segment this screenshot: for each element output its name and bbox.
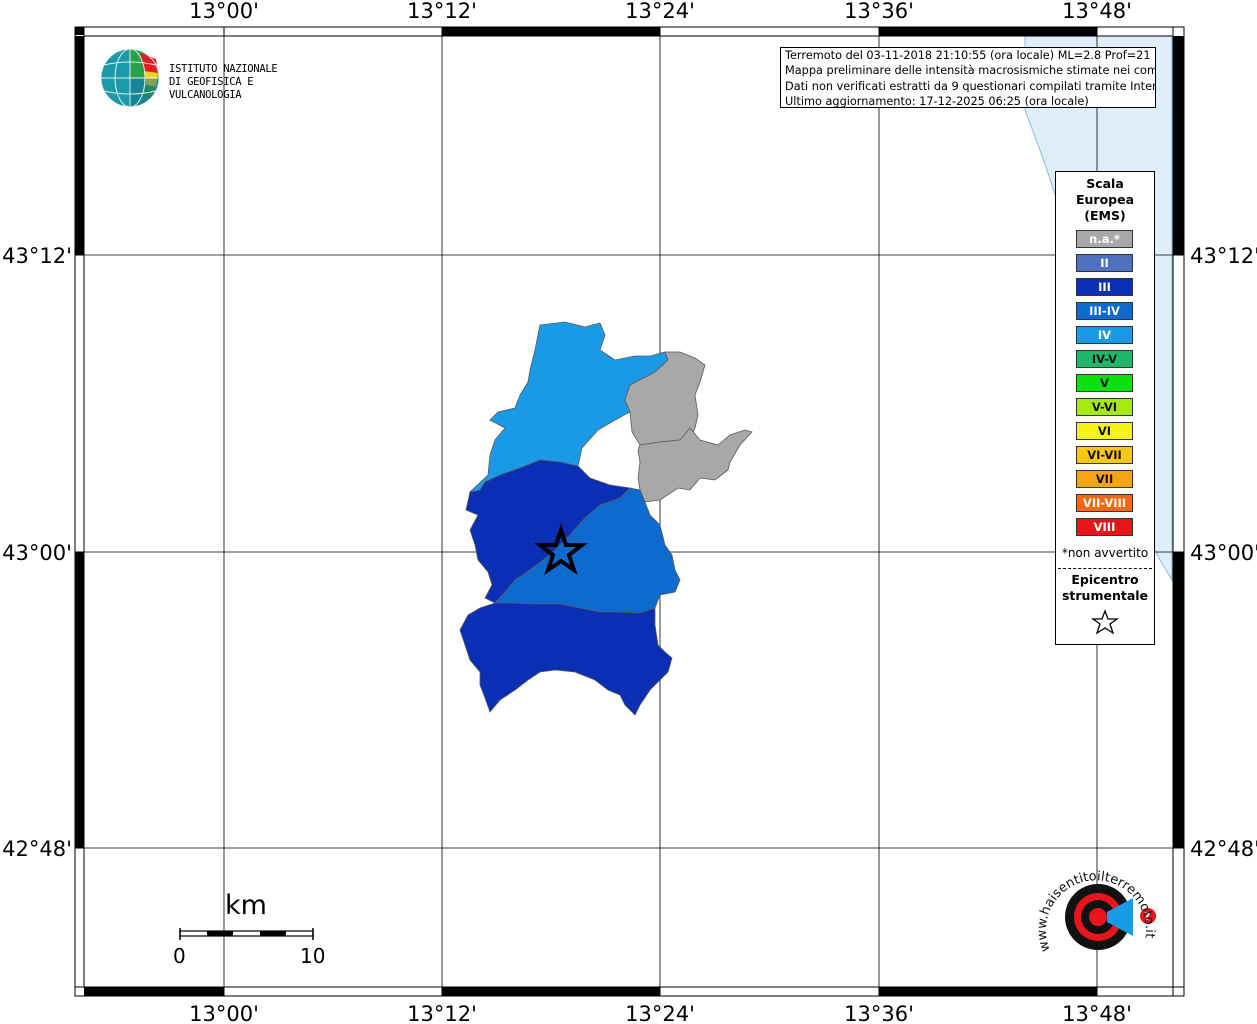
ingv-name-line2: DI GEOFISICA E VULCANOLOGIA: [169, 76, 254, 101]
axis-bottom: 13°00' 13°12' 13°24' 13°36' 13°48': [189, 1002, 1132, 1024]
axis-right: 43°12' 43°00' 42°48': [1190, 244, 1257, 861]
legend-item: n.a.*: [1076, 230, 1133, 248]
event-info-line2: Mappa preliminare delle intensità macros…: [785, 64, 1156, 78]
scalebar: km 0 10: [170, 890, 330, 970]
event-info-line1: Terremoto del 03-11-2018 21:10:55 (ora l…: [785, 49, 1156, 62]
ems-legend: Scala Europea (EMS) n.a.* II III III-IV IV IV…: [1055, 171, 1155, 645]
haisentito-logo-icon: ? www.haisentitoilterremoto.it: [1035, 869, 1157, 953]
axis-bottom-label: 13°36': [844, 1002, 914, 1024]
scalebar-max: 10: [300, 944, 326, 968]
legend-title: Scala Europea (EMS): [1056, 176, 1154, 224]
legend-item: III: [1076, 278, 1133, 296]
legend-item: VII-VIII: [1076, 494, 1133, 512]
ingv-name-line1: ISTITUTO NAZIONALE: [169, 63, 278, 75]
legend-title-line1: Scala: [1086, 176, 1124, 191]
axis-right-label: 43°12': [1190, 244, 1257, 268]
axis-left-label: 43°00': [2, 541, 72, 565]
legend-epicenter-line2: strumentale: [1061, 588, 1149, 603]
legend-item: VIII: [1076, 518, 1133, 536]
region-south-iii: [459, 602, 673, 716]
ingv-logo: ISTITUTO NAZIONALE DI GEOFISICA E VULCAN…: [100, 47, 320, 109]
axis-left: 43°12' 43°00' 42°48': [2, 244, 72, 861]
axis-top-label: 13°48': [1062, 0, 1132, 23]
axis-bottom-label: 13°48': [1062, 1002, 1132, 1024]
legend-item: VI-VII: [1076, 446, 1133, 464]
axis-bottom-label: 13°12': [407, 1002, 477, 1024]
legend-item: IV: [1076, 326, 1133, 344]
globe-icon: [100, 48, 160, 108]
legend-epicenter-label: Epicentro strumentale: [1056, 572, 1154, 604]
axis-right-label: 43°00': [1190, 541, 1257, 565]
scalebar-min: 0: [173, 944, 186, 968]
event-info-box: Terremoto del 03-11-2018 21:10:55 (ora l…: [780, 47, 1156, 108]
scalebar-unit: km: [225, 890, 267, 921]
legend-item: III-IV: [1076, 302, 1133, 320]
axis-top: 13°00' 13°12' 13°24' 13°36' 13°48': [189, 0, 1132, 23]
municipalities: [459, 321, 753, 716]
axis-bottom-label: 13°24': [625, 1002, 695, 1024]
legend-separator: [1058, 568, 1152, 569]
legend-item: VII: [1076, 470, 1133, 488]
legend-item: IV-V: [1076, 350, 1133, 368]
legend-item: VI: [1076, 422, 1133, 440]
event-info-line4: Ultimo aggiornamento: 17-12-2025 06:25 (…: [785, 94, 1089, 108]
legend-item: V-VI: [1076, 398, 1133, 416]
event-info-line3: Dati non verificati estratti da 9 questi…: [785, 79, 1156, 93]
star-icon: [1091, 609, 1119, 635]
axis-left-label: 42°48': [2, 837, 72, 861]
legend-epicenter-line1: Epicentro: [1071, 572, 1139, 587]
legend-note: *non avvertito: [1061, 546, 1149, 560]
legend-title-line3: (EMS): [1084, 208, 1126, 223]
axis-top-label: 13°24': [625, 0, 695, 23]
axis-right-label: 42°48': [1190, 837, 1257, 861]
axis-top-label: 13°12': [407, 0, 477, 23]
legend-item: II: [1076, 254, 1133, 272]
legend-title-line2: Europea: [1075, 192, 1135, 207]
axis-top-label: 13°36': [844, 0, 914, 23]
axis-top-label: 13°00': [189, 0, 259, 23]
legend-item: V: [1076, 374, 1133, 392]
haisentito-badge: ? www.haisentitoilterremoto.it: [1035, 860, 1165, 970]
axis-bottom-label: 13°00': [189, 1002, 259, 1024]
ingv-name: ISTITUTO NAZIONALE DI GEOFISICA E VULCAN…: [169, 63, 320, 102]
axis-left-label: 43°12': [2, 244, 72, 268]
